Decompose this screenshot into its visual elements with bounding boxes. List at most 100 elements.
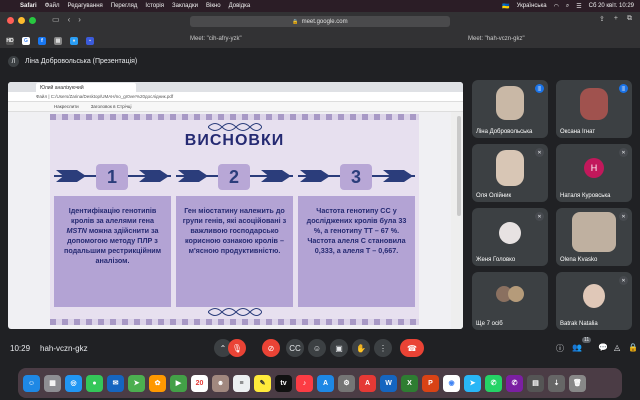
back-icon[interactable]: ‹	[68, 15, 71, 24]
tv-icon[interactable]: tv	[275, 374, 292, 392]
word-icon[interactable]: W	[380, 374, 397, 392]
zoom-window-button[interactable]	[29, 17, 36, 24]
sidebar-toggle-icon[interactable]: ▭	[52, 15, 60, 24]
address-bar[interactable]: 🔒 meet.google.com	[190, 16, 450, 27]
shared-screen[interactable]: Юлий аналізуючий Файл | C:/Users/Zarina/…	[8, 82, 463, 329]
acrobat-icon[interactable]: A	[359, 374, 376, 392]
menu-file[interactable]: Файл	[45, 3, 60, 9]
participant-tile[interactable]: ||| Ліна Добровольська	[472, 80, 548, 138]
host-controls-icon[interactable]: 🔒	[628, 343, 638, 352]
bookmark-dark-icon[interactable]: ▪	[86, 37, 94, 45]
activities-icon[interactable]: ◬	[614, 343, 620, 352]
lock-icon: 🔒	[292, 18, 299, 25]
bookmark-blue-icon[interactable]: ●	[70, 37, 78, 45]
menu-edit[interactable]: Редагування	[67, 3, 102, 9]
camera-toggle-button[interactable]: ⊘	[262, 339, 280, 357]
bookmark-google-icon[interactable]: G	[22, 37, 30, 45]
notes-icon[interactable]: ✎	[254, 374, 271, 392]
participant-photo	[572, 212, 616, 252]
bookmark-hd-icon[interactable]: HD	[6, 37, 14, 45]
excel-icon[interactable]: X	[401, 374, 418, 392]
chat-icon[interactable]: 💬	[598, 343, 608, 352]
browser-nav: ▭ ‹ ›	[52, 15, 89, 24]
input-source-label[interactable]: Українська	[517, 3, 547, 9]
column-1-text: Ідентифікацію генотипів кролів за алелям…	[54, 196, 171, 307]
menu-help[interactable]: Довідка	[229, 3, 251, 9]
tab-meet-1[interactable]: Meet: "cih-afry-yzk"	[190, 36, 242, 42]
launchpad-icon[interactable]: ▦	[44, 374, 61, 392]
share-icon[interactable]: ⇪	[599, 15, 605, 23]
people-icon[interactable]: 👥	[572, 343, 582, 352]
column-1-text-pre: Ідентифікацію генотипів кролів за алелям…	[68, 206, 157, 225]
tab-meet-2[interactable]: Meet: "hah-vczn-gkz"	[468, 36, 525, 42]
participant-name: Olena Kvasko	[560, 257, 598, 263]
participant-name: Batrak Natalia	[560, 321, 598, 327]
menu-app-name[interactable]: Safari	[20, 3, 37, 9]
photos-icon[interactable]: ✿	[149, 374, 166, 392]
bookmark-grid-icon[interactable]: ▦	[54, 37, 62, 45]
meet-controls: 10:29 hah-vczn-gkz ⌃ 🎙 ⊘ CC ☺ ▣ ✋ ⋮ ☎ ⓘ …	[0, 333, 640, 363]
chrome-icon[interactable]: ◉	[443, 374, 460, 392]
menu-clock[interactable]: Сб 20 квіт. 10:29	[589, 3, 634, 9]
preview-icon[interactable]: ▤	[527, 374, 544, 392]
pdf-toolbar: Накреслити Заголовок в Стрічці	[8, 102, 463, 112]
window-controls	[7, 17, 40, 24]
presenter-chip[interactable]: Л Ліна Добровольська (Презентація)	[8, 56, 137, 67]
contacts-icon[interactable]: ☻	[212, 374, 229, 392]
input-source-flag-icon[interactable]: 🇺🇦	[502, 3, 509, 10]
maps-icon[interactable]: ➤	[128, 374, 145, 392]
close-window-button[interactable]	[7, 17, 14, 24]
menu-bookmarks[interactable]: Закладки	[172, 3, 198, 9]
tab-overview-icon[interactable]: ⧉	[627, 15, 632, 23]
safari-icon[interactable]: ◎	[65, 374, 82, 392]
captions-button[interactable]: CC	[286, 339, 304, 357]
menu-window[interactable]: Вікно	[206, 3, 221, 9]
bookmark-facebook-icon[interactable]: f	[38, 37, 46, 45]
more-options-button[interactable]: ⋮	[374, 339, 392, 357]
downloads-icon[interactable]: ⇣	[548, 374, 565, 392]
present-button[interactable]: ▣	[330, 339, 348, 357]
reminders-icon[interactable]: ≡	[233, 374, 250, 392]
wifi-icon[interactable]: ◠	[554, 3, 559, 10]
messages-icon[interactable]: ●	[86, 374, 103, 392]
end-call-button[interactable]: ☎	[400, 339, 424, 357]
whatsapp-icon[interactable]: ✆	[485, 374, 502, 392]
app-store-icon[interactable]: A	[317, 374, 334, 392]
participant-tile[interactable]: ✕ Olena Kvasko	[556, 208, 632, 266]
info-icon[interactable]: ⓘ	[556, 343, 564, 354]
finder-icon[interactable]: ☺	[23, 374, 40, 392]
telegram-icon[interactable]: ➤	[464, 374, 481, 392]
search-icon[interactable]: ⌕	[566, 3, 569, 10]
powerpoint-icon[interactable]: P	[422, 374, 439, 392]
participant-tile[interactable]: Н ✕ Наталя Куровська	[556, 144, 632, 202]
participant-name: Наталя Куровська	[560, 193, 611, 199]
participant-name: Ліна Добровольська	[476, 129, 533, 135]
raise-hand-button[interactable]: ✋	[352, 339, 370, 357]
control-center-icon[interactable]: ☰	[576, 3, 581, 10]
new-tab-icon[interactable]: +	[614, 15, 618, 23]
facetime-icon[interactable]: ▶	[170, 374, 187, 392]
participant-tile-others[interactable]: Ще 7 осіб	[472, 272, 548, 330]
participant-tile[interactable]: ✕ Женя Головко	[472, 208, 548, 266]
menu-view[interactable]: Перегляд	[111, 3, 138, 9]
column-1-header: 1	[54, 164, 171, 192]
column-1-text-gene: MSTN	[66, 226, 87, 235]
forward-icon[interactable]: ›	[78, 15, 81, 24]
emoji-button[interactable]: ☺	[308, 339, 326, 357]
mic-off-icon: ✕	[535, 212, 544, 221]
participant-tile[interactable]: ✕ Batrak Natalia	[556, 272, 632, 330]
participant-tile[interactable]: ✕ Оля Олійник	[472, 144, 548, 202]
participant-tile[interactable]: ||| Оксана Ігнат	[556, 80, 632, 138]
settings-icon[interactable]: ⚙	[338, 374, 355, 392]
mail-icon[interactable]: ✉	[107, 374, 124, 392]
trash-icon[interactable]: 🗑	[569, 374, 586, 392]
shared-url-bar: Файл | C:/Users/Zarina/Desktop/UMAH/no_g…	[8, 92, 463, 102]
column-3-number: 3	[340, 164, 372, 190]
mic-toggle-button[interactable]: 🎙	[228, 339, 246, 357]
viber-icon[interactable]: ✆	[506, 374, 523, 392]
music-icon[interactable]: ♪	[296, 374, 313, 392]
menu-history[interactable]: Історія	[145, 3, 164, 9]
participant-photo	[508, 286, 524, 302]
calendar-icon[interactable]: 20	[191, 374, 208, 392]
minimize-window-button[interactable]	[18, 17, 25, 24]
